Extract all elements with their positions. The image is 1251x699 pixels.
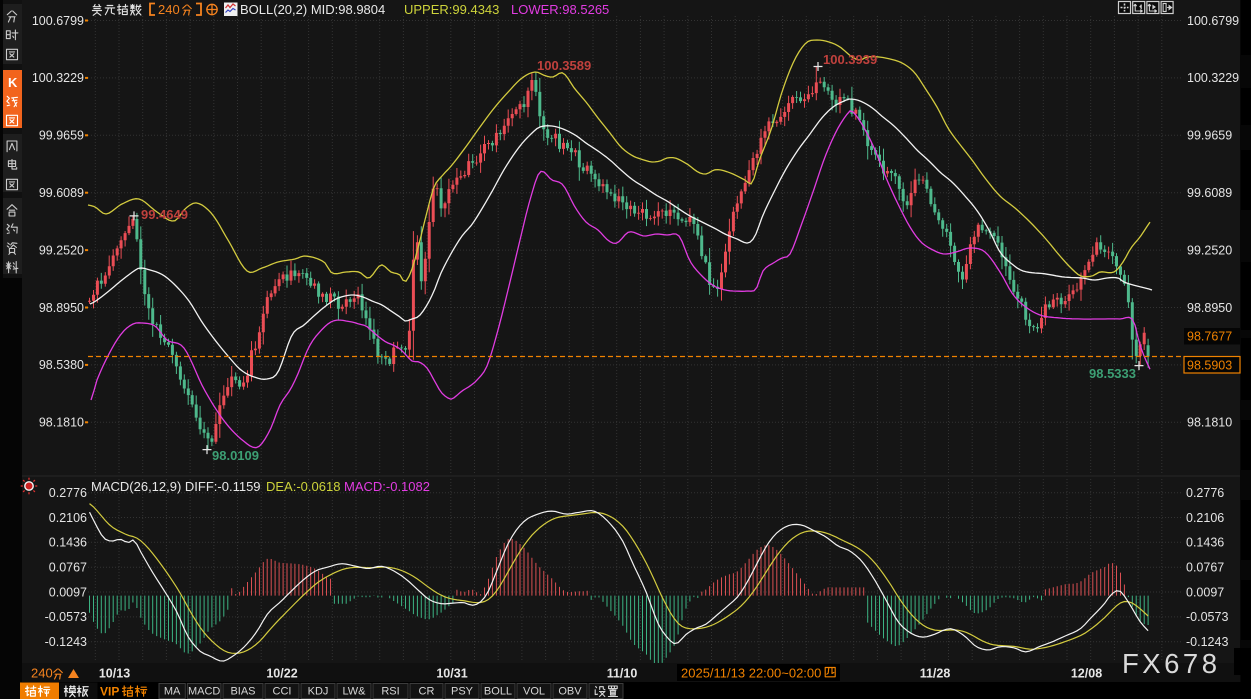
svg-text:LOWER:98.5265: LOWER:98.5265 xyxy=(511,2,609,17)
svg-text:100.3229: 100.3229 xyxy=(32,71,84,85)
svg-text:OBV: OBV xyxy=(558,686,582,698)
svg-text:0.1436: 0.1436 xyxy=(1186,536,1224,550)
svg-text:0.0097: 0.0097 xyxy=(49,585,87,599)
svg-text:98.1810: 98.1810 xyxy=(39,416,84,430)
svg-text:0.0097: 0.0097 xyxy=(1186,585,1224,599)
svg-text:0.0767: 0.0767 xyxy=(1186,561,1224,575)
svg-text:-0.0573: -0.0573 xyxy=(45,610,87,624)
svg-text:99.2520: 99.2520 xyxy=(1187,243,1232,257)
svg-text:10/31: 10/31 xyxy=(436,667,467,681)
svg-text:0.2106: 0.2106 xyxy=(49,511,87,525)
svg-text:99.4649: 99.4649 xyxy=(141,207,188,222)
svg-text:98.5903: 98.5903 xyxy=(1187,358,1232,372)
svg-text:100.6799: 100.6799 xyxy=(1187,14,1239,28)
svg-text:UPPER:99.4343: UPPER:99.4343 xyxy=(404,2,499,17)
svg-text:99.9659: 99.9659 xyxy=(1187,129,1232,143)
svg-text:0.0767: 0.0767 xyxy=(49,561,87,575)
svg-text:0.2106: 0.2106 xyxy=(1186,511,1224,525)
svg-text:MACD: MACD xyxy=(188,686,220,698)
svg-text:100.3939: 100.3939 xyxy=(823,52,877,67)
svg-text:PSY: PSY xyxy=(451,686,474,698)
svg-text:FX678: FX678 xyxy=(1122,648,1221,679)
svg-text:98.7677: 98.7677 xyxy=(1187,330,1232,344)
svg-text:99.2520: 99.2520 xyxy=(39,243,84,257)
svg-text:0.2776: 0.2776 xyxy=(49,486,87,500)
svg-text:K: K xyxy=(8,75,18,90)
svg-text:98.8950: 98.8950 xyxy=(39,301,84,315)
svg-text:12/08: 12/08 xyxy=(1071,667,1102,681)
svg-text:100.6799: 100.6799 xyxy=(32,14,84,28)
svg-text:CCI: CCI xyxy=(273,686,292,698)
svg-text:10/22: 10/22 xyxy=(266,667,297,681)
svg-text:100.3589: 100.3589 xyxy=(537,58,591,73)
svg-text:99.9659: 99.9659 xyxy=(39,129,84,143)
svg-text:240: 240 xyxy=(158,2,180,17)
svg-text:-0.1243: -0.1243 xyxy=(1186,635,1228,649)
svg-text:KDJ: KDJ xyxy=(308,686,329,698)
svg-text:2025/11/13 22:00~02:00: 2025/11/13 22:00~02:00 xyxy=(681,666,821,681)
svg-text:0.2776: 0.2776 xyxy=(1186,486,1224,500)
svg-text:DEA:-0.0618: DEA:-0.0618 xyxy=(266,479,340,494)
svg-text:0.1436: 0.1436 xyxy=(49,536,87,550)
svg-text:RSI: RSI xyxy=(381,686,399,698)
svg-text:MACD(26,12,9) DIFF:-0.1159: MACD(26,12,9) DIFF:-0.1159 xyxy=(91,479,261,494)
svg-text:99.6089: 99.6089 xyxy=(39,186,84,200)
svg-text:BOLL: BOLL xyxy=(484,686,512,698)
svg-text:BIAS: BIAS xyxy=(230,686,255,698)
svg-text:98.0109: 98.0109 xyxy=(212,448,259,463)
svg-text:LW&: LW& xyxy=(342,686,366,698)
svg-text:98.5333: 98.5333 xyxy=(1089,366,1136,381)
svg-text:CR: CR xyxy=(419,686,435,698)
svg-text:11/28: 11/28 xyxy=(920,667,951,681)
svg-text:MA: MA xyxy=(164,686,181,698)
svg-text:99.6089: 99.6089 xyxy=(1187,186,1232,200)
svg-text:10/13: 10/13 xyxy=(99,667,130,681)
svg-text:98.8950: 98.8950 xyxy=(1187,301,1232,315)
svg-text:98.1810: 98.1810 xyxy=(1187,416,1232,430)
svg-text:MACD:-0.1082: MACD:-0.1082 xyxy=(344,479,430,494)
svg-text:98.5380: 98.5380 xyxy=(39,358,84,372)
svg-text:VOL: VOL xyxy=(523,686,545,698)
svg-text:-0.1243: -0.1243 xyxy=(45,635,87,649)
svg-text:100.3229: 100.3229 xyxy=(1187,71,1239,85)
svg-text:VIP: VIP xyxy=(100,685,119,699)
svg-text:240: 240 xyxy=(31,666,53,681)
svg-text:-0.0573: -0.0573 xyxy=(1186,610,1228,624)
svg-text:BOLL(20,2) MID:98.9804: BOLL(20,2) MID:98.9804 xyxy=(240,2,385,17)
svg-text:11/10: 11/10 xyxy=(607,667,638,681)
